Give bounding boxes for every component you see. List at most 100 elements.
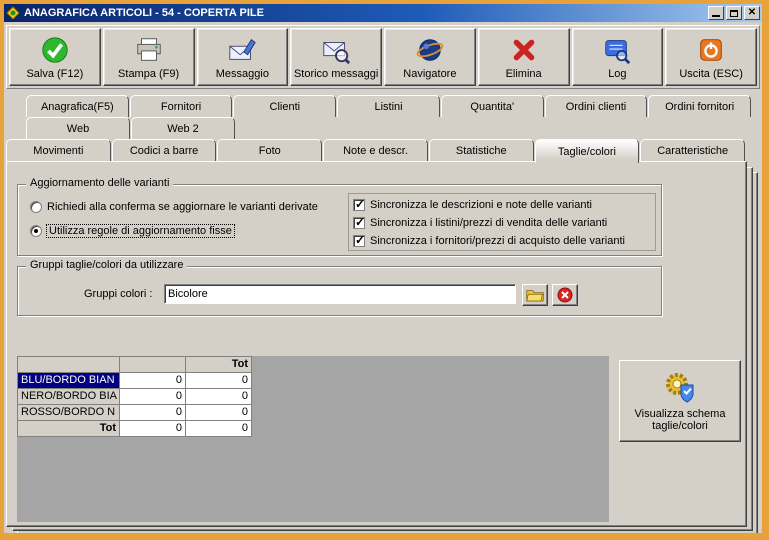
- exit-power-icon: [696, 34, 726, 66]
- radio-label: Utilizza regole di aggiornamento fisse: [46, 224, 235, 238]
- gruppi-colori-label: Gruppi colori :: [84, 288, 153, 300]
- tab-codici-a-barre[interactable]: Codici a barre: [111, 139, 217, 161]
- schema-button-label: Visualizza schema taglie/colori: [634, 408, 726, 432]
- row-label-cell[interactable]: ROSSO/BORDO N: [18, 405, 120, 421]
- table-row[interactable]: ROSSO/BORDO N 0 0: [18, 405, 252, 421]
- header-cell: [120, 357, 186, 373]
- groups-groupbox: Gruppi taglie/colori da utilizzare Grupp…: [17, 259, 662, 316]
- tab-taglie-colori[interactable]: Taglie/colori: [534, 139, 640, 163]
- radio-icon[interactable]: [30, 201, 42, 213]
- checkbox-sincronizza-listini[interactable]: Sincronizza i listini/prezzi di vendita …: [353, 214, 651, 232]
- save-check-icon: [40, 34, 70, 66]
- titlebar[interactable]: ANAGRAFICA ARTICOLI - 54 - COPERTA PILE …: [4, 4, 762, 22]
- tab-ordini-clienti[interactable]: Ordini clienti: [544, 95, 648, 117]
- toolbar-button-label: Stampa (F9): [118, 68, 180, 80]
- value-cell[interactable]: 0: [186, 389, 252, 405]
- tab-listini[interactable]: Listini: [337, 95, 440, 117]
- close-icon: ✕: [747, 7, 757, 18]
- tab-row-3: Movimenti Codici a barre Foto Note e des…: [6, 139, 746, 163]
- row-label-cell[interactable]: NERO/BORDO BIA: [18, 389, 120, 405]
- toolbar-button-label: Elimina: [505, 68, 542, 80]
- groupbox-title: Gruppi taglie/colori da utilizzare: [26, 259, 188, 271]
- stampa-button[interactable]: Stampa (F9): [102, 28, 195, 86]
- main-toolbar: Salva (F12) Stampa (F9) Messaggio Storic…: [6, 25, 760, 89]
- toolbar-button-label: Storico messaggi: [293, 68, 379, 80]
- message-pencil-icon: [227, 34, 257, 66]
- checkbox-icon[interactable]: [353, 233, 365, 247]
- checkbox-sincronizza-fornitori[interactable]: Sincronizza i fornitori/prezzi di acquis…: [353, 232, 651, 250]
- minimize-icon: [712, 15, 720, 17]
- maximize-icon: [730, 9, 738, 17]
- maximize-button[interactable]: [726, 6, 742, 20]
- uscita-button[interactable]: Uscita (ESC): [665, 28, 757, 86]
- elimina-button[interactable]: Elimina: [477, 28, 570, 86]
- value-cell: 0: [120, 421, 186, 437]
- tab-clienti[interactable]: Clienti: [233, 95, 337, 117]
- checkbox-label: Sincronizza i listini/prezzi di vendita …: [370, 217, 608, 229]
- checkbox-icon[interactable]: [353, 215, 365, 229]
- anagrafica-articoli-window: ANAGRAFICA ARTICOLI - 54 - COPERTA PILE …: [0, 0, 769, 540]
- value-cell[interactable]: 0: [120, 405, 186, 421]
- table-total-row[interactable]: Tot 0 0: [18, 421, 252, 437]
- storico-messaggi-button[interactable]: Storico messaggi: [290, 28, 382, 86]
- visualizza-schema-button[interactable]: Visualizza schema taglie/colori: [619, 360, 741, 442]
- checkbox-icon[interactable]: [353, 197, 365, 211]
- radio-label: Richiedi alla conferma se aggiornare le …: [47, 201, 318, 213]
- toolbar-button-label: Navigatore: [403, 68, 457, 80]
- tab-web2[interactable]: Web 2: [131, 117, 235, 139]
- tab-ordini-fornitori[interactable]: Ordini fornitori: [648, 95, 752, 117]
- header-cell: [18, 357, 120, 373]
- browse-groups-button[interactable]: [522, 284, 548, 306]
- sync-options-panel: Sincronizza le descrizioni e note delle …: [348, 193, 656, 251]
- tab-row-2: Web Web 2: [26, 117, 236, 139]
- groupbox-title: Aggiornamento delle varianti: [26, 177, 174, 189]
- taglie-colori-panel: Aggiornamento delle varianti Richiedi al…: [6, 161, 747, 527]
- row-label-cell[interactable]: BLU/BORDO BIAN: [18, 373, 120, 389]
- radio-richiedi-conferma[interactable]: Richiedi alla conferma se aggiornare le …: [30, 201, 318, 213]
- checkbox-label: Sincronizza i fornitori/prezzi di acquis…: [370, 235, 625, 247]
- clear-group-button[interactable]: [552, 284, 578, 306]
- row-label-cell: Tot: [18, 421, 120, 437]
- checkbox-sincronizza-descrizioni[interactable]: Sincronizza le descrizioni e note delle …: [353, 196, 651, 214]
- messaggio-button[interactable]: Messaggio: [196, 28, 289, 86]
- checkbox-label: Sincronizza le descrizioni e note delle …: [370, 199, 592, 211]
- window-controls: ✕: [708, 6, 760, 20]
- tab-statistiche[interactable]: Statistiche: [428, 139, 534, 161]
- tab-caratteristiche[interactable]: Caratteristiche: [640, 139, 746, 161]
- navigator-icon: [415, 34, 445, 66]
- folder-open-icon: [526, 290, 544, 302]
- tab-web[interactable]: Web: [26, 117, 130, 139]
- value-cell[interactable]: 0: [186, 373, 252, 389]
- navigatore-button[interactable]: Navigatore: [384, 28, 476, 86]
- printer-icon: [134, 34, 164, 66]
- delete-x-icon: [509, 34, 539, 66]
- variants-groupbox: Aggiornamento delle varianti Richiedi al…: [17, 177, 662, 256]
- table-row[interactable]: BLU/BORDO BIAN 0 0: [18, 373, 252, 389]
- toolbar-button-label: Log: [608, 68, 627, 80]
- value-cell[interactable]: 0: [120, 373, 186, 389]
- tab-anagrafica[interactable]: Anagrafica(F5): [26, 95, 129, 117]
- minimize-button[interactable]: [708, 6, 724, 20]
- window-title: ANAGRAFICA ARTICOLI - 54 - COPERTA PILE: [24, 7, 264, 19]
- variants-grid-area: Tot BLU/BORDO BIAN 0 0 NERO/BORDO BIA 0 …: [17, 356, 609, 522]
- table-row[interactable]: NERO/BORDO BIA 0 0: [18, 389, 252, 405]
- variants-table[interactable]: Tot BLU/BORDO BIAN 0 0 NERO/BORDO BIA 0 …: [17, 356, 252, 437]
- app-icon: [6, 6, 20, 20]
- salva-button[interactable]: Salva (F12): [9, 28, 101, 86]
- header-cell-tot: Tot: [186, 357, 252, 373]
- tab-note-e-descr[interactable]: Note e descr.: [323, 139, 428, 161]
- tab-foto[interactable]: Foto: [217, 139, 323, 161]
- close-button[interactable]: ✕: [744, 6, 760, 20]
- tab-movimenti[interactable]: Movimenti: [6, 139, 111, 161]
- tab-quantita[interactable]: Quantita': [440, 95, 544, 117]
- value-cell: 0: [186, 421, 252, 437]
- radio-utilizza-regole-fisse[interactable]: Utilizza regole di aggiornamento fisse: [30, 224, 235, 238]
- tab-fornitori[interactable]: Fornitori: [129, 95, 233, 117]
- value-cell[interactable]: 0: [120, 389, 186, 405]
- radio-icon[interactable]: [30, 225, 42, 237]
- value-cell[interactable]: 0: [186, 405, 252, 421]
- log-icon: [602, 34, 632, 66]
- toolbar-button-label: Messaggio: [215, 68, 269, 80]
- gruppi-colori-input[interactable]: [164, 284, 516, 304]
- log-button[interactable]: Log: [571, 28, 664, 86]
